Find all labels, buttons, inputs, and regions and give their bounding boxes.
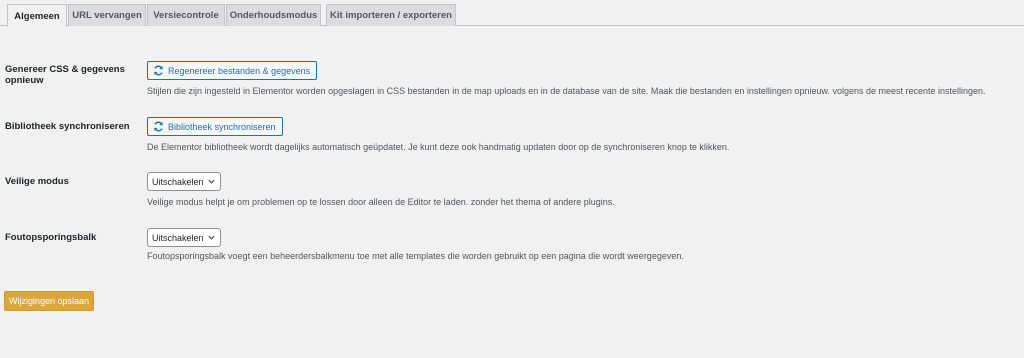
refresh-icon	[154, 65, 163, 76]
tab-kit-importeren-exporteren[interactable]: Kit importeren / exporteren	[326, 4, 456, 26]
tab-url-vervangen[interactable]: URL vervangen	[68, 4, 146, 26]
regenerate-description: Stijlen die zijn ingesteld in Elementor …	[147, 86, 986, 96]
debug-bar-selected-value: Uitschakelen	[152, 232, 204, 243]
tab-versiecontrole[interactable]: Versiecontrole	[147, 4, 225, 26]
debug-bar-description: Foutopsporingsbalk voegt een beheerdersb…	[147, 251, 684, 261]
safe-mode-selected-value: Uitschakelen	[152, 176, 204, 187]
regenerate-files-button[interactable]: Regenereer bestanden & gegevens	[147, 61, 318, 80]
library-sync-button-label: Bibliotheek synchroniseren	[168, 121, 276, 132]
debug-bar-label: Foutopsporingsbalk	[5, 232, 97, 243]
refresh-icon	[154, 121, 163, 132]
settings-tabs: Algemeen URL vervangen Versiecontrole On…	[0, 0, 1024, 27]
tab-algemeen[interactable]: Algemeen	[7, 4, 67, 27]
regenerate-files-button-label: Regenereer bestanden & gegevens	[168, 65, 311, 76]
safe-mode-description: Veilige modus helpt je om problemen op t…	[147, 197, 615, 207]
regenerate-css-label-line2: opnieuw	[5, 75, 44, 86]
chevron-down-icon	[208, 179, 215, 184]
regenerate-css-label-line1: Genereer CSS & gegevens	[5, 64, 125, 75]
library-sync-button[interactable]: Bibliotheek synchroniseren	[147, 117, 283, 136]
save-changes-button[interactable]: Wijzigingen opslaan	[4, 291, 94, 311]
tab-onderhoudsmodus[interactable]: Onderhoudsmodus	[226, 4, 321, 26]
library-sync-label: Bibliotheek synchroniseren	[5, 121, 130, 132]
regenerate-css-label: Genereer CSS & gegevens opnieuw	[5, 64, 125, 86]
safe-mode-select[interactable]: Uitschakelen	[147, 172, 221, 191]
library-sync-description: De Elementor bibliotheek wordt dagelijks…	[147, 142, 730, 152]
chevron-down-icon	[208, 235, 215, 240]
debug-bar-select[interactable]: Uitschakelen	[147, 228, 221, 247]
safe-mode-label: Veilige modus	[5, 176, 69, 187]
